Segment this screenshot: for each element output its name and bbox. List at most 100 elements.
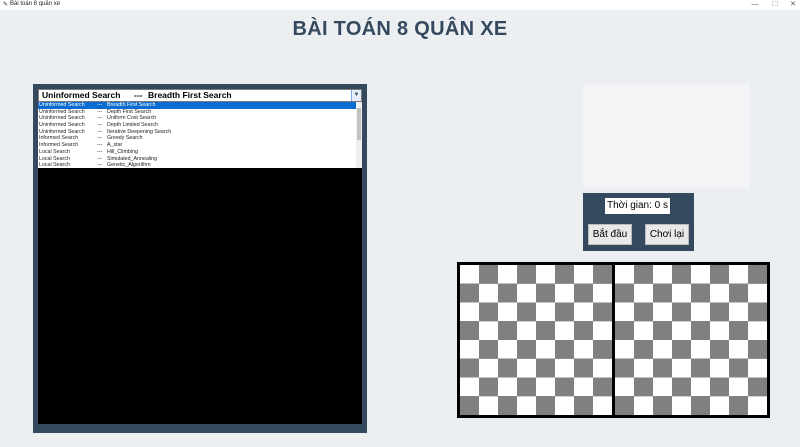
board-square <box>634 396 653 415</box>
page-title: BÀI TOÁN 8 QUÂN XE <box>292 18 508 40</box>
list-item-category: Informed Search <box>39 135 79 142</box>
output-display <box>38 168 362 424</box>
board-square <box>593 302 612 322</box>
board-square <box>710 302 729 322</box>
board-square <box>574 321 593 340</box>
board-square <box>574 340 593 359</box>
board-square <box>634 340 653 359</box>
list-item[interactable]: Local Search --- Simulated_Annealing <box>38 156 362 163</box>
info-area <box>583 84 750 188</box>
board-square <box>672 265 691 284</box>
close-button[interactable]: ✕ <box>783 0 800 10</box>
timer-label: Thời gian: 0 s <box>605 198 670 214</box>
board-square <box>634 283 653 303</box>
boards-frame <box>457 262 770 418</box>
board-square <box>691 377 710 397</box>
board-square <box>729 302 748 322</box>
list-item-separator: --- <box>97 128 103 135</box>
list-scrollbar[interactable] <box>356 102 362 168</box>
board-square <box>710 396 729 415</box>
minimize-button[interactable]: — <box>745 0 765 10</box>
list-item[interactable]: Informed Search --- A_star <box>38 142 362 149</box>
board-square <box>536 321 555 340</box>
board-square <box>593 265 612 284</box>
board-square <box>574 358 593 378</box>
board-square <box>615 302 634 322</box>
board-square <box>498 340 517 359</box>
board-square <box>536 396 555 415</box>
board-square <box>615 396 634 415</box>
board-square <box>653 265 672 284</box>
list-item-separator: --- <box>97 108 103 115</box>
board-square <box>634 321 653 340</box>
board-square <box>593 340 612 359</box>
board-square <box>653 377 672 397</box>
board-square <box>729 283 748 303</box>
list-item-separator: --- <box>97 148 103 155</box>
board-square <box>691 265 710 284</box>
board-square <box>729 340 748 359</box>
board-square <box>593 377 612 397</box>
board-square <box>593 396 612 415</box>
list-item[interactable]: Uninformed Search --- Breadth First Search <box>38 102 362 109</box>
list-item-algorithm: Uniform Cost Search <box>107 115 157 122</box>
board-square <box>555 265 574 284</box>
board-square <box>593 283 612 303</box>
board-square <box>748 265 767 284</box>
board-square <box>574 377 593 397</box>
board-square <box>574 283 593 303</box>
board-square <box>479 265 498 284</box>
algorithm-combobox[interactable]: Uninformed Search --- Breadth First Sear… <box>38 89 362 102</box>
list-item[interactable]: Uninformed Search --- Uniform Cost Search <box>38 115 362 122</box>
board-square <box>710 377 729 397</box>
board-square <box>479 340 498 359</box>
board-square <box>593 321 612 340</box>
board-square <box>634 302 653 322</box>
start-button[interactable]: Bắt đầu <box>588 224 632 245</box>
combobox-algorithm: Breadth First Search <box>148 90 232 100</box>
reset-button[interactable]: Chơi lại <box>645 224 689 245</box>
board-square <box>710 358 729 378</box>
maximize-button[interactable]: ☐ <box>765 0 785 10</box>
algorithm-dropdown-list[interactable]: Uninformed Search --- Breadth First Search… <box>38 102 362 168</box>
board-square <box>498 377 517 397</box>
board-square <box>615 321 634 340</box>
chessboard-right <box>615 265 767 415</box>
board-square <box>479 321 498 340</box>
list-item[interactable]: Local Search --- Hill_Climbing <box>38 149 362 156</box>
board-square <box>498 396 517 415</box>
board-square <box>517 302 536 322</box>
board-square <box>615 340 634 359</box>
chessboard-left <box>460 265 612 415</box>
board-square <box>691 340 710 359</box>
list-item[interactable]: Informed Search --- Greedy Search <box>38 135 362 142</box>
list-item-algorithm: Breadth First Search <box>107 102 156 108</box>
board-square <box>555 358 574 378</box>
board-square <box>536 265 555 284</box>
board-square <box>729 321 748 340</box>
list-item[interactable]: Uninformed Search --- Depth Limited Search <box>38 122 362 129</box>
board-square <box>634 358 653 378</box>
board-square <box>691 321 710 340</box>
board-square <box>729 358 748 378</box>
chevron-down-icon[interactable]: ▼ <box>351 90 361 101</box>
board-square <box>593 358 612 378</box>
board-square <box>517 358 536 378</box>
list-item[interactable]: Uninformed Search --- Iterative Deepening … <box>38 129 362 136</box>
board-square <box>555 340 574 359</box>
board-square <box>574 265 593 284</box>
board-square <box>748 321 767 340</box>
board-square <box>748 302 767 322</box>
board-square <box>498 283 517 303</box>
board-square <box>748 283 767 303</box>
board-square <box>748 396 767 415</box>
board-square <box>460 302 479 322</box>
board-square <box>691 302 710 322</box>
list-item[interactable]: Uninformed Search --- Depth First Search <box>38 109 362 116</box>
board-square <box>517 265 536 284</box>
scrollbar-thumb[interactable] <box>357 108 361 140</box>
board-square <box>517 283 536 303</box>
board-square <box>748 358 767 378</box>
list-item-algorithm: Simulated_Annealing <box>107 155 158 162</box>
board-square <box>517 396 536 415</box>
